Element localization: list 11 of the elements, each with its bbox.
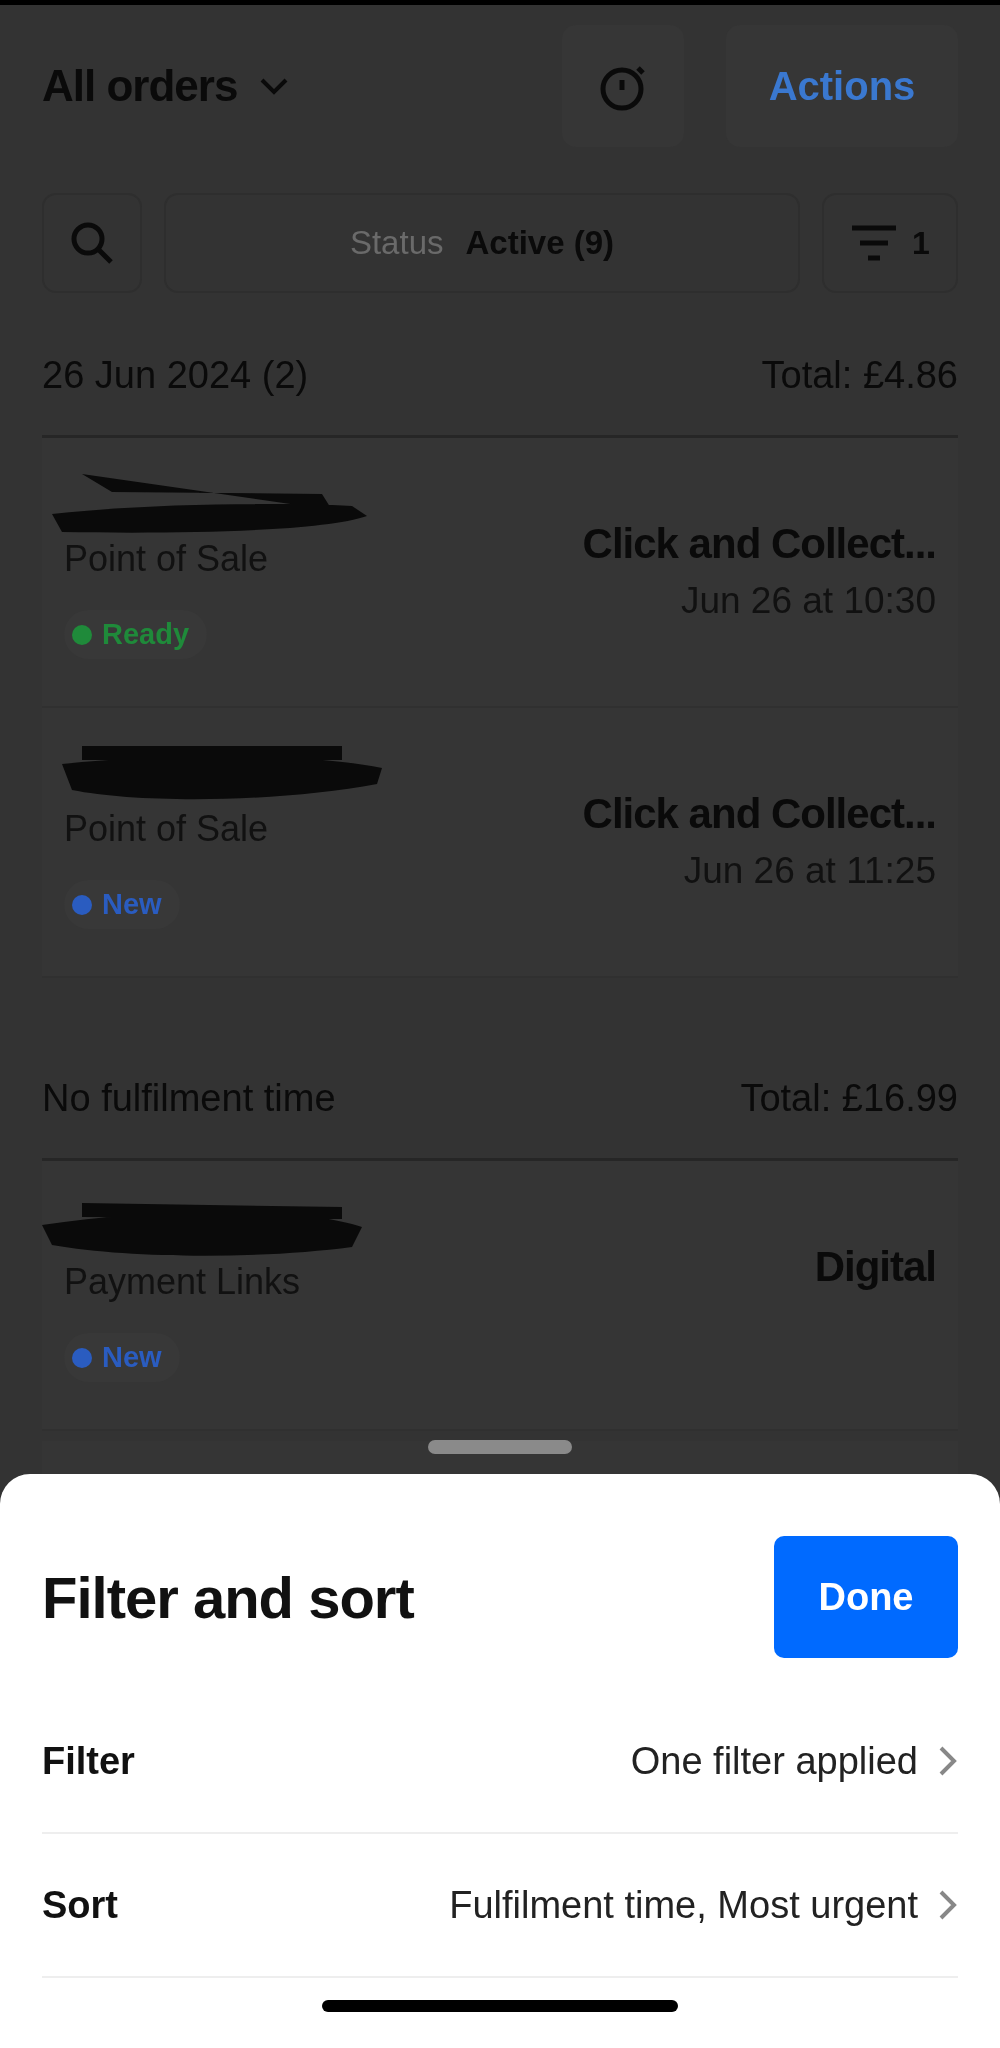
- chevron-right-icon: [938, 1745, 958, 1777]
- settings-row[interactable]: Filter One filter applied: [42, 1690, 958, 1834]
- settings-row[interactable]: Sort Fulfilment time, Most urgent: [42, 1834, 958, 1978]
- chevron-right-icon: [938, 1889, 958, 1921]
- done-button[interactable]: Done: [774, 1536, 958, 1658]
- sheet-title: Filter and sort: [42, 1563, 414, 1631]
- chevron-down-icon: [259, 77, 290, 95]
- sheet-handle[interactable]: [428, 1440, 572, 1454]
- search-icon: [69, 220, 115, 266]
- filter-icon: [850, 224, 899, 262]
- search-button[interactable]: [42, 193, 142, 293]
